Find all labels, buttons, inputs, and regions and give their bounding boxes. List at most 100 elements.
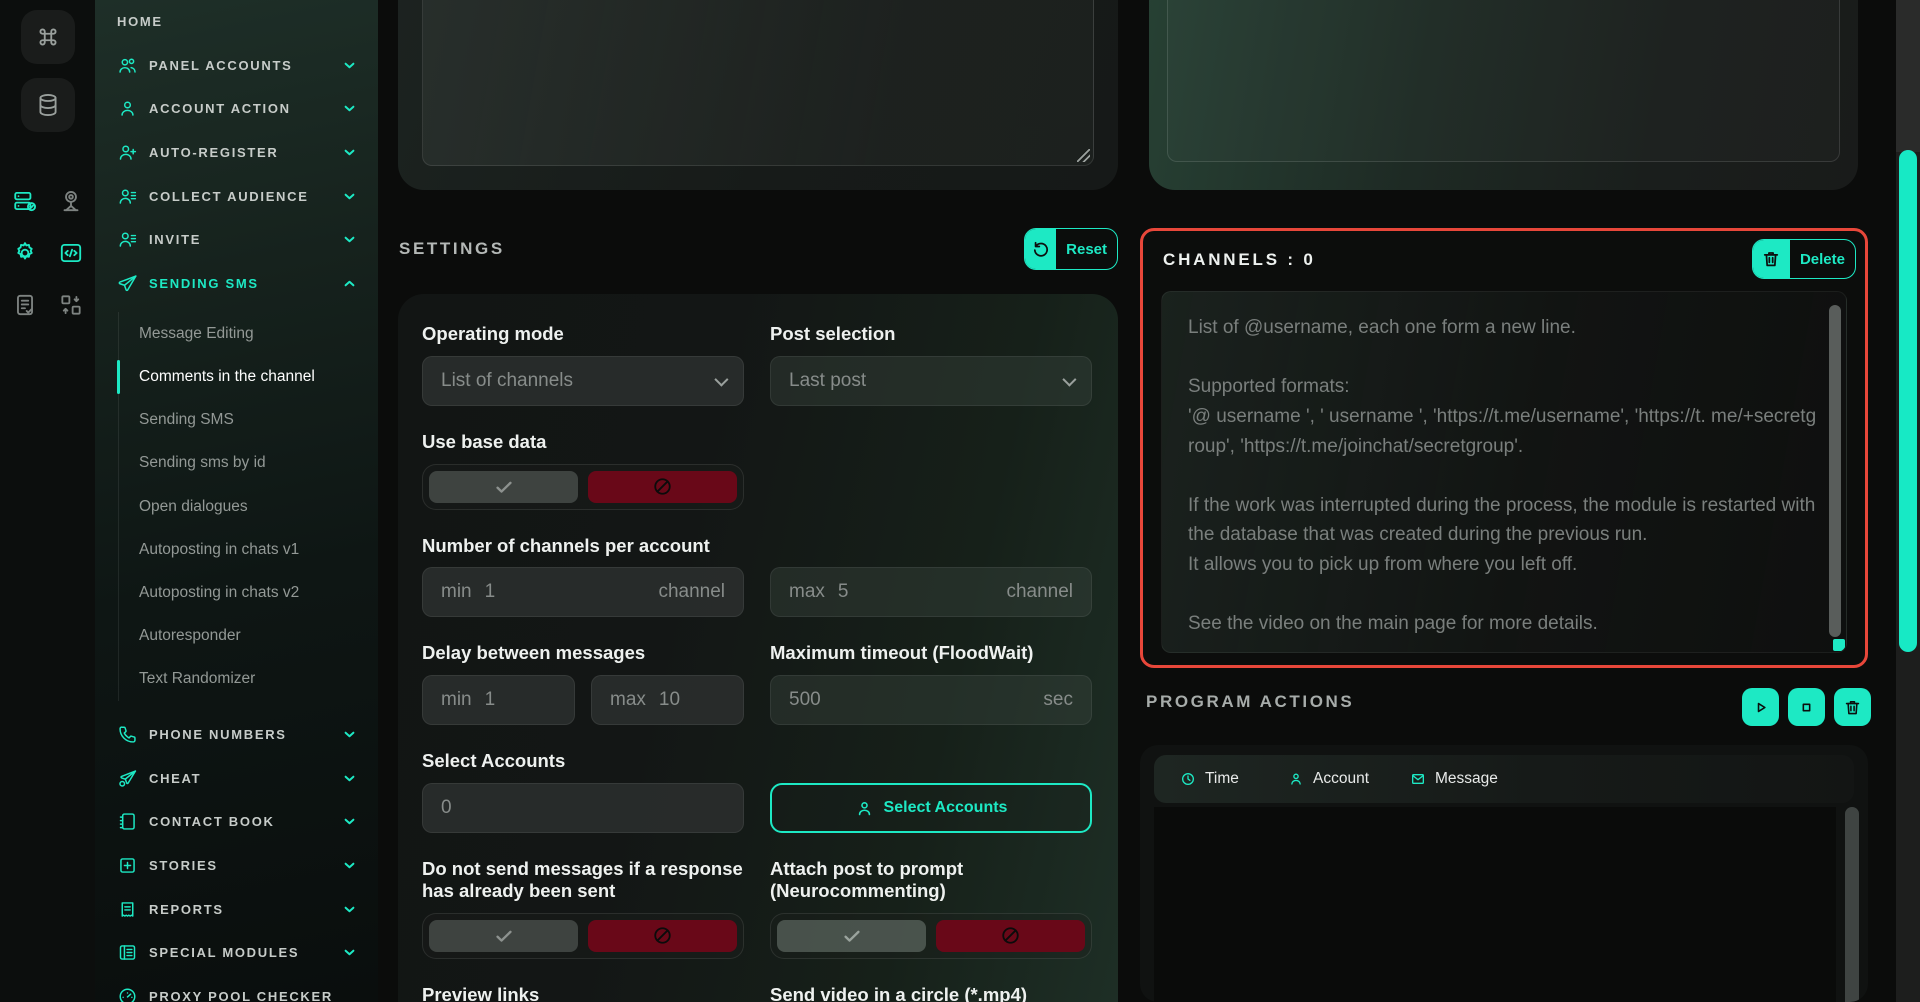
sidebar-item-auto-register[interactable]: AUTO-REGISTER xyxy=(117,131,358,175)
sidebar-item-account-action[interactable]: ACCOUNT ACTION xyxy=(117,87,358,131)
secondary-textarea[interactable] xyxy=(1167,0,1840,162)
sending-sms-submenu: Message EditingComments in the channelSe… xyxy=(118,312,358,701)
sidebar-subitem-autoresponder[interactable]: Autoresponder xyxy=(119,614,358,657)
channels-resize-handle[interactable] xyxy=(1833,639,1845,651)
delete-channels-button[interactable]: Delete xyxy=(1752,239,1856,279)
operating-mode-select[interactable]: List of channels xyxy=(422,356,744,406)
use-base-data-toggle xyxy=(422,464,744,510)
sidebar-item-reports[interactable]: REPORTS xyxy=(117,887,358,931)
trash-icon xyxy=(1843,698,1862,717)
table-scrollbar-track[interactable] xyxy=(1845,807,1859,994)
sidebar-subitem-message-editing[interactable]: Message Editing xyxy=(119,312,358,355)
sidebar-subitem-autoposting-in-chats-v2[interactable]: Autoposting in chats v2 xyxy=(119,571,358,614)
channels-scrollbar[interactable] xyxy=(1829,305,1841,637)
database-button[interactable] xyxy=(21,78,75,132)
ban-icon xyxy=(652,925,673,946)
operating-mode-label: Operating mode xyxy=(422,323,744,345)
use-base-data-label: Use base data xyxy=(422,431,744,453)
table-scrollbar-thumb[interactable] xyxy=(1845,807,1859,1002)
reset-icon xyxy=(1031,239,1051,259)
channels-textarea[interactable]: List of @username, each one form a new l… xyxy=(1161,291,1847,653)
sidebar-item-stories[interactable]: STORIES xyxy=(117,844,358,888)
play-button[interactable] xyxy=(1742,688,1779,726)
toggle-no-button[interactable] xyxy=(936,920,1085,952)
sidebar-item-sending-sms[interactable]: SENDING SMS xyxy=(117,262,358,306)
channels-per-account-max-group: max 5 channel xyxy=(770,535,1092,618)
reset-button[interactable]: Reset xyxy=(1024,228,1118,270)
sidebar-item-label: PHONE NUMBERS xyxy=(149,727,287,742)
toggle-yes-button[interactable] xyxy=(429,471,578,503)
sidebar-item-label: HOME xyxy=(117,14,163,29)
toggle-yes-button[interactable] xyxy=(429,920,578,952)
reset-icon xyxy=(1025,229,1056,269)
code-window-tool[interactable] xyxy=(56,238,86,268)
toggle-no-button[interactable] xyxy=(588,471,737,503)
account-icon xyxy=(1288,771,1304,787)
message-textarea[interactable] xyxy=(422,0,1094,166)
gear-icon xyxy=(12,240,38,266)
people-icon xyxy=(117,55,138,76)
gear-tool[interactable] xyxy=(10,238,40,268)
table-header: Time Account Message xyxy=(1154,755,1854,803)
toggle-no-button[interactable] xyxy=(588,920,737,952)
sidebar-item-home[interactable]: HOME xyxy=(117,0,358,44)
max-prefix: max xyxy=(789,581,825,603)
swap-tool[interactable] xyxy=(56,290,86,320)
delay-min-input[interactable]: min 1 xyxy=(422,675,575,725)
sidebar-subitem-text-randomizer[interactable]: Text Randomizer xyxy=(119,658,358,701)
timeout-input[interactable]: 500 sec xyxy=(770,675,1092,725)
select-accounts-button[interactable]: Select Accounts xyxy=(770,783,1092,833)
code-window-icon xyxy=(58,240,84,266)
sidebar-item-phone-numbers[interactable]: PHONE NUMBERS xyxy=(117,713,358,757)
toggle-yes-button[interactable] xyxy=(777,920,926,952)
sidebar-subitem-sending-sms[interactable]: Sending SMS xyxy=(119,399,358,442)
channels-min-input[interactable]: min 1 channel xyxy=(422,567,744,617)
send-badge-icon xyxy=(117,768,138,789)
accounts-count-input[interactable]: 0 xyxy=(422,783,744,833)
channels-placeholder: List of @username, each one form a new l… xyxy=(1162,292,1846,653)
no-resend-group: Do not send messages if a response has a… xyxy=(422,858,744,959)
server-check-icon xyxy=(12,188,38,214)
attach-post-label: Attach post to prompt (Neurocommenting) xyxy=(770,858,1092,902)
sidebar-item-invite[interactable]: INVITE xyxy=(117,218,358,262)
delay-min-value: 1 xyxy=(485,689,496,711)
post-selection-group: Post selection Last post xyxy=(770,323,1092,406)
sidebar-item-collect-audience[interactable]: COLLECT AUDIENCE xyxy=(117,174,358,218)
webcam-tool[interactable] xyxy=(56,186,86,216)
resize-handle[interactable] xyxy=(1077,149,1090,162)
page-scrollbar-thumb[interactable] xyxy=(1899,150,1917,652)
chevron-down-icon xyxy=(341,231,358,248)
channels-max-input[interactable]: max 5 channel xyxy=(770,567,1092,617)
sidebar-item-label: ACCOUNT ACTION xyxy=(149,101,291,116)
sidebar-subitem-sending-sms-by-id[interactable]: Sending sms by id xyxy=(119,442,358,485)
command-menu-button[interactable] xyxy=(21,10,75,64)
post-selection-select[interactable]: Last post xyxy=(770,356,1092,406)
sidebar-item-label: STORIES xyxy=(149,858,218,873)
attach-post-group: Attach post to prompt (Neurocommenting) xyxy=(770,858,1092,959)
sidebar-item-special-modules[interactable]: SPECIAL MODULES xyxy=(117,931,358,975)
program-actions-title: PROGRAM ACTIONS xyxy=(1146,692,1354,712)
program-actions-buttons xyxy=(1742,688,1871,726)
sidebar-subitem-autoposting-in-chats-v1[interactable]: Autoposting in chats v1 xyxy=(119,528,358,571)
sidebar-subitem-open-dialogues[interactable]: Open dialogues xyxy=(119,485,358,528)
play-icon xyxy=(1751,698,1770,717)
post-selection-value: Last post xyxy=(789,370,866,392)
sidebar-item-contact-book[interactable]: CONTACT BOOK xyxy=(117,800,358,844)
stop-button[interactable] xyxy=(1788,688,1825,726)
post-selection-label: Post selection xyxy=(770,323,1092,345)
phone-icon xyxy=(117,724,138,745)
program-actions-table: Time Account Message xyxy=(1140,745,1868,1002)
delay-max-input[interactable]: max 10 xyxy=(591,675,744,725)
sidebar-item-label: PANEL ACCOUNTS xyxy=(149,58,292,73)
account-icon xyxy=(855,799,874,818)
clear-actions-button[interactable] xyxy=(1834,688,1871,726)
sidebar-item-cheat[interactable]: CHEAT xyxy=(117,756,358,800)
rail-tools xyxy=(10,186,86,320)
sidebar-subitem-comments-in-the-channel[interactable]: Comments in the channel xyxy=(119,355,358,398)
swap-icon xyxy=(58,292,84,318)
sidebar-item-label: INVITE xyxy=(149,232,201,247)
sidebar-item-proxy-pool-checker[interactable]: PROXY POOL CHECKER xyxy=(117,974,358,1002)
server-check-tool[interactable] xyxy=(10,186,40,216)
doc-check-tool[interactable] xyxy=(10,290,40,320)
sidebar-item-panel-accounts[interactable]: PANEL ACCOUNTS xyxy=(117,44,358,88)
